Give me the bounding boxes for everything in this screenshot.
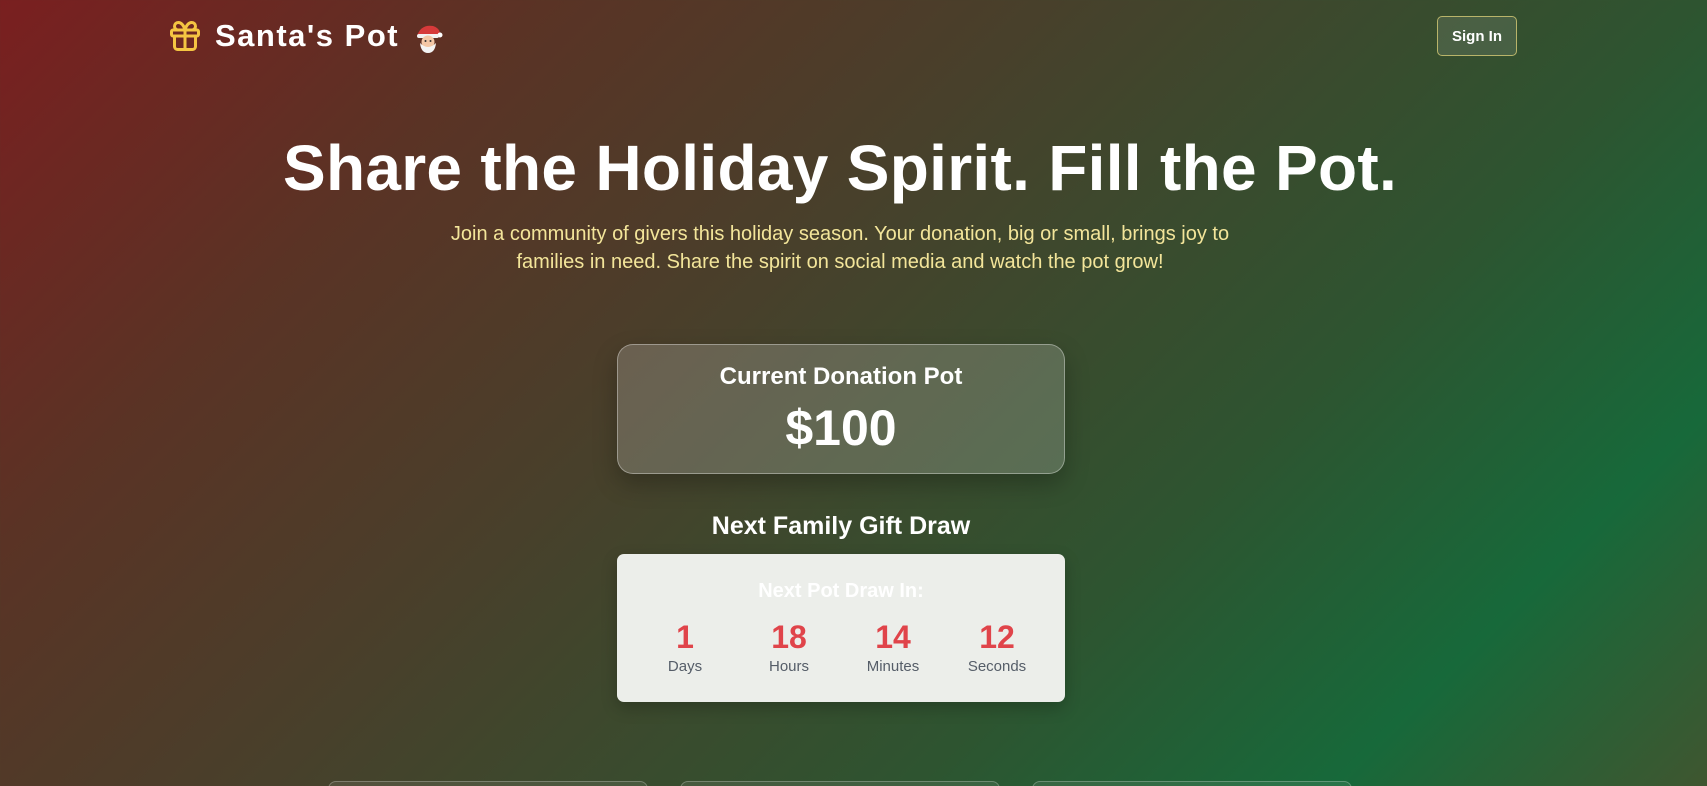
hours-label: Hours [768, 658, 809, 675]
seconds-value: 12 [979, 619, 1015, 655]
gift-icon [170, 21, 200, 51]
logo-text: Santa's Pot [215, 18, 443, 54]
days-label: Days [667, 658, 703, 675]
sign-in-button[interactable]: Sign In [1437, 16, 1517, 56]
feature-card [328, 781, 648, 786]
site-header: Santa's Pot Sign In [0, 0, 1707, 72]
days-value: 1 [676, 619, 694, 655]
minutes-label: Minutes [866, 658, 920, 675]
minutes-value: 14 [875, 619, 911, 655]
site-logo[interactable]: Santa's Pot [167, 18, 443, 54]
seconds-label: Seconds [967, 658, 1027, 675]
countdown-card: Next Pot Draw In: 1 Days 18 Hours 14 Min… [617, 554, 1065, 702]
hero-title: Share the Holiday Spirit. Fill the Pot. [282, 132, 1398, 204]
countdown-hours: 18 Hours [737, 620, 841, 675]
pot-amount: $100 [785, 400, 897, 456]
countdown-units: 1 Days 18 Hours 14 Minutes 12 Seconds [617, 620, 1065, 675]
logo-name: Santa's Pot [215, 18, 400, 53]
countdown-days: 1 Days [633, 620, 737, 675]
feature-card [1032, 781, 1352, 786]
draw-heading: Next Family Gift Draw [711, 512, 971, 540]
hours-value: 18 [771, 619, 807, 655]
santa-emoji-icon [417, 25, 443, 53]
countdown-seconds: 12 Seconds [945, 620, 1049, 675]
countdown-title: Next Pot Draw In: [758, 580, 924, 602]
countdown-minutes: 14 Minutes [841, 620, 945, 675]
donation-pot-card: Current Donation Pot $100 [617, 344, 1065, 474]
hero-subtitle: Join a community of givers this holiday … [450, 223, 1230, 273]
feature-card [680, 781, 1000, 786]
pot-label: Current Donation Pot [719, 363, 963, 390]
